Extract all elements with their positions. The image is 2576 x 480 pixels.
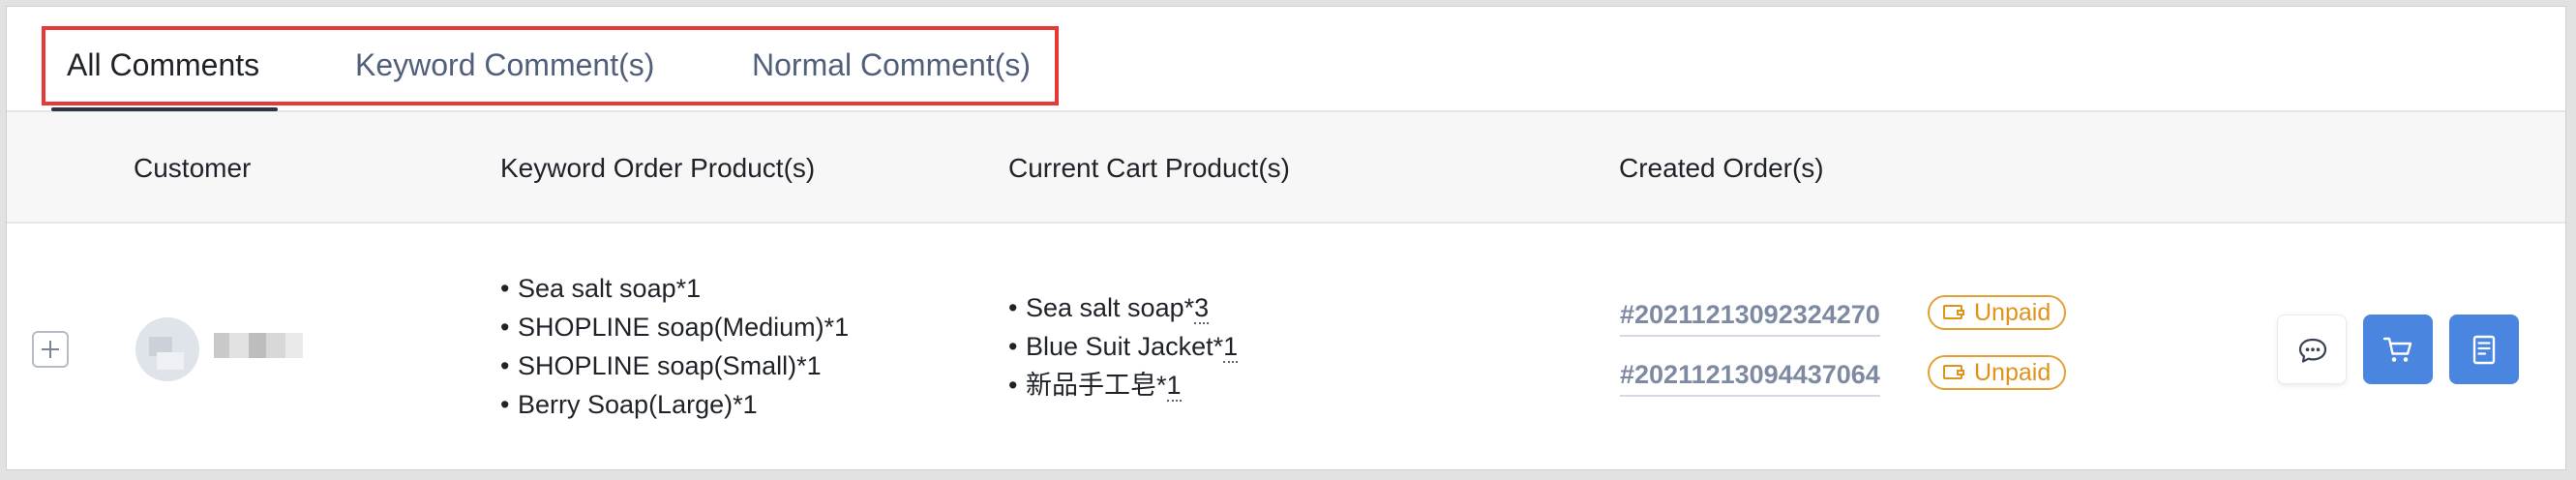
comments-panel: All Comments Keyword Comment(s) Normal C… [6,6,2566,470]
clipboard-icon [2472,335,2496,365]
cart-quantity[interactable]: 1 [1223,332,1239,363]
cart-icon [2382,337,2412,362]
keyword-product-list: • Sea salt soap*1 • SHOPLINE soap(Medium)*… [500,269,849,424]
customer-name-blurred [214,333,303,358]
active-tab-indicator [51,107,278,111]
list-item: • 新品手工皂*1 [1008,371,1182,402]
tab-keyword-comments[interactable]: Keyword Comment(s) [355,40,654,98]
plus-icon[interactable] [32,331,69,368]
column-header-keyword-products: Keyword Order Product(s) [500,153,816,183]
table-header: Customer Keyword Order Product(s) Curren… [7,112,2565,224]
column-header-orders: Created Order(s) [1619,153,1824,183]
cart-button[interactable] [2363,315,2433,384]
order-number-link[interactable]: #20211213094437064 [1620,360,1880,397]
status-badge: Unpaid [1928,355,2067,390]
list-item: • Blue Suit Jacket*1 [1008,332,1239,363]
wallet-icon [1943,365,1964,379]
list-item: • SHOPLINE soap(Small)*1 [500,351,822,380]
chat-bubble-icon [2298,338,2327,363]
list-item: • Sea salt soap*3 [1008,293,1210,324]
wallet-icon [1943,305,1964,319]
cart-quantity[interactable]: 3 [1194,293,1210,324]
column-header-cart-products: Current Cart Product(s) [1008,153,1290,183]
list-item: • Sea salt soap*1 [500,274,702,303]
list-item: • SHOPLINE soap(Medium)*1 [500,313,850,342]
list-item: • Berry Soap(Large)*1 [500,390,758,419]
cart-quantity[interactable]: 1 [1166,371,1182,402]
table-row: • Sea salt soap*1 • SHOPLINE soap(Medium)*… [7,224,2565,469]
comment-tabs: All Comments Keyword Comment(s) Normal C… [7,7,2565,112]
status-badge: Unpaid [1928,295,2067,330]
avatar [135,317,199,381]
cart-product-list: • Sea salt soap*3 • Blue Suit Jacket*1 • 新品… [1008,288,1239,405]
comment-button[interactable] [2277,315,2347,384]
tab-all-comments[interactable]: All Comments [67,40,259,98]
order-number-link[interactable]: #20211213092324270 [1620,300,1880,337]
column-header-customer: Customer [134,153,252,183]
order-button[interactable] [2449,315,2519,384]
tab-normal-comments[interactable]: Normal Comment(s) [752,40,1031,98]
